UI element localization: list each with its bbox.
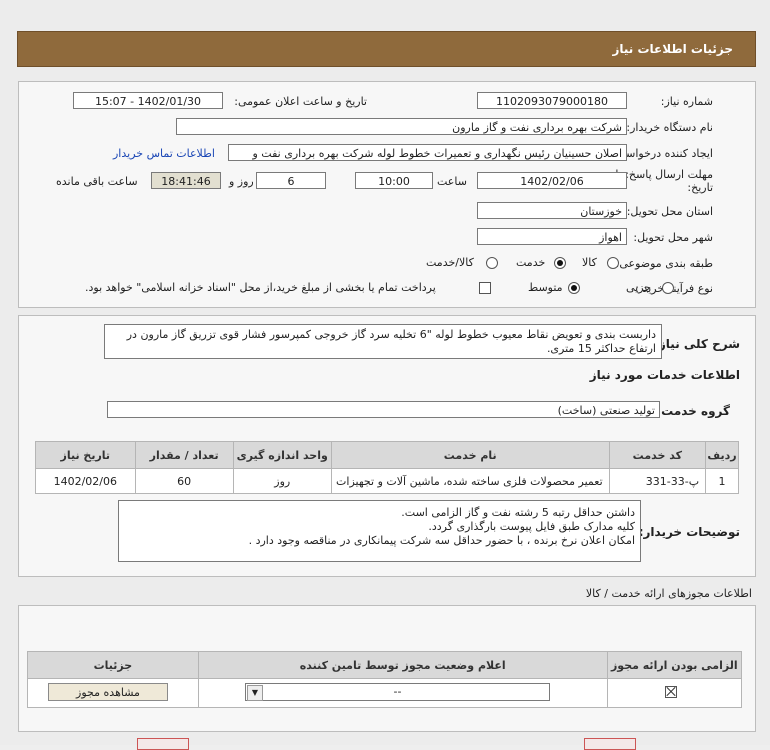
time-label: ساعت: [437, 175, 467, 188]
city-field: اهواز: [477, 228, 627, 245]
province-label: استان محل تحویل:: [626, 205, 713, 218]
treasury-note: پرداخت تمام یا بخشی از مبلغ خرید،از محل …: [85, 281, 436, 294]
cell-name: تعمیر محصولات فلزی ساخته شده، ماشین آلات…: [330, 468, 610, 494]
services-table: ردیف کد خدمت نام خدمت واحد اندازه گیری ت…: [35, 441, 739, 494]
process-radio-minor[interactable]: [662, 282, 674, 294]
chevron-down-icon: ▼: [247, 685, 263, 701]
announce-label: تاریخ و ساعت اعلان عمومی:: [234, 95, 367, 108]
category-radio-goods-service[interactable]: [486, 257, 498, 269]
category-option-goods: کالا: [582, 256, 597, 269]
city-label: شهر محل تحویل:: [633, 231, 713, 244]
permit-status-select[interactable]: -- ▼: [245, 683, 550, 701]
days-label: روز و: [229, 175, 254, 188]
buyer-org-label: نام دستگاه خریدار:: [626, 121, 713, 134]
process-option-minor: جزیی: [626, 281, 652, 294]
deadline-label: مهلت ارسال پاسخ: تا: [615, 168, 713, 181]
category-label: طبقه بندی موضوعی:: [615, 257, 713, 270]
required-checkbox-icon: [665, 686, 677, 698]
treasury-checkbox[interactable]: [479, 282, 491, 294]
process-option-medium: متوسط: [528, 281, 563, 294]
buyer-note-line: کلیه مدارک طبق فایل پیوست بارگذاری گردد.: [428, 520, 635, 533]
page-title: جزئیات اطلاعات نیاز: [612, 42, 733, 56]
page-header: جزئیات اطلاعات نیاز: [17, 31, 756, 67]
deadline-time-field: 10:00: [355, 172, 433, 189]
col-qty: تعداد / مقدار: [134, 441, 234, 469]
category-option-service: خدمت: [516, 256, 546, 269]
col-status: اعلام وضعیت مجوز توسط تامین کننده: [197, 651, 608, 679]
col-name: نام خدمت: [330, 441, 610, 469]
page: جزئیات اطلاعات نیاز شماره نیاز: 11020930…: [0, 0, 770, 750]
remaining-time-field: 18:41:46: [151, 172, 221, 189]
view-permit-button[interactable]: مشاهده مجوز: [48, 683, 168, 701]
need-number-field: 1102093079000180: [477, 92, 627, 109]
service-group-label: گروه خدمت:: [656, 404, 730, 418]
deadline-date-field: 1402/02/06: [477, 172, 627, 189]
cell-code: پ-33-331: [608, 468, 707, 494]
buyer-org-field: شرکت بهره برداری نفت و گاز مارون: [176, 118, 627, 135]
col-code: کد خدمت: [608, 441, 707, 469]
cell-date: 1402/02/06: [35, 468, 136, 494]
category-option-goods-service: کالا/خدمت: [426, 256, 474, 269]
col-date: تاریخ نیاز: [35, 441, 136, 469]
buyer-note-line: داشتن حداقل رتبه 5 رشته نفت و گاز الزامی…: [401, 506, 635, 519]
description-label: شرح کلی نیاز:: [654, 337, 740, 351]
table-row: 1 پ-33-331 تعمیر محصولات فلزی ساخته شده،…: [35, 468, 739, 494]
buyer-contact-link[interactable]: اطلاعات تماس خریدار: [113, 147, 215, 160]
permits-table-header: الزامی بودن ارائه مجوز اعلام وضعیت مجوز …: [27, 651, 743, 679]
cell-row: 1: [705, 468, 739, 494]
category-radio-service[interactable]: [554, 257, 566, 269]
col-unit: واحد اندازه گیری: [232, 441, 332, 469]
days-field: 6: [256, 172, 326, 189]
col-details: جزئیات: [27, 651, 199, 679]
services-heading: اطلاعات خدمات مورد نیاز: [589, 368, 740, 382]
footer-button[interactable]: [584, 738, 636, 750]
announce-field: 1402/01/30 - 15:07: [73, 92, 223, 109]
permits-heading: اطلاعات مجوزهای ارائه خدمت / کالا: [585, 587, 752, 600]
remaining-label: ساعت باقی مانده: [56, 175, 138, 188]
footer-button[interactable]: [137, 738, 189, 750]
services-table-header: ردیف کد خدمت نام خدمت واحد اندازه گیری ت…: [35, 441, 739, 469]
province-field: خوزستان: [477, 202, 627, 219]
process-radio-medium[interactable]: [568, 282, 580, 294]
permit-status-value: --: [393, 685, 402, 698]
col-required: الزامی بودن ارائه مجوز: [606, 651, 743, 679]
service-group-field: تولید صنعتی (ساخت): [107, 401, 660, 418]
need-number-label: شماره نیاز:: [660, 95, 713, 108]
description-box: داربست بندی و تعویض نقاط معیوب خطوط لوله…: [104, 324, 662, 359]
cell-unit: روز: [232, 468, 332, 494]
buyer-notes-label: توضیحات خریدار:: [638, 525, 740, 539]
buyer-notes-box: داشتن حداقل رتبه 5 رشته نفت و گاز الزامی…: [118, 500, 641, 562]
general-info-panel: [18, 81, 756, 308]
buyer-note-line: امکان اعلان نرخ برنده ، با حضور حداقل سه…: [248, 534, 635, 547]
category-radio-goods[interactable]: [607, 257, 619, 269]
col-row: ردیف: [705, 441, 739, 469]
deadline-date-label: تاریخ:: [687, 181, 713, 194]
cell-qty: 60: [134, 468, 234, 494]
creator-field: اصلان حسینیان رئیس نگهداری و تعمیرات خطو…: [228, 144, 627, 161]
